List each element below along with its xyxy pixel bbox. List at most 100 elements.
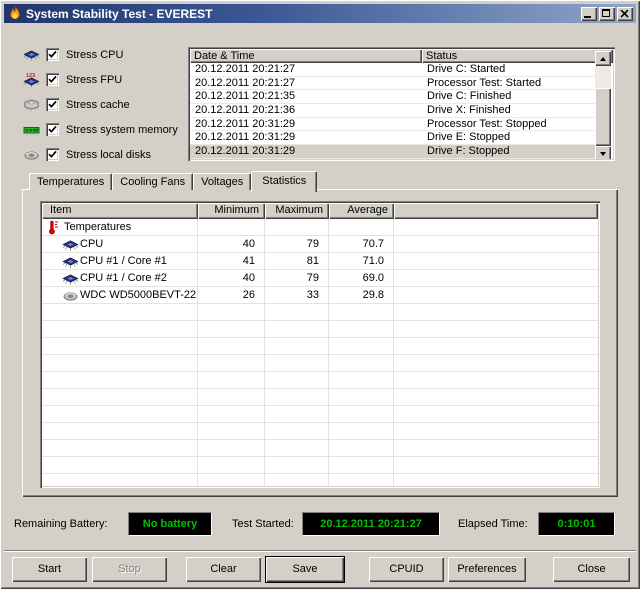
- stats-max-cell: [265, 474, 329, 486]
- stats-item-cell: WDC WD5000BEVT-22...: [42, 287, 198, 304]
- log-row[interactable]: 20.12.2011 20:21:36Drive X: Finished: [190, 104, 597, 118]
- cpu-icon: [23, 47, 40, 63]
- log-status-cell: Processor Test: Stopped: [422, 118, 597, 131]
- test-started-label: Test Started:: [232, 518, 294, 530]
- checkbox-stress-cache[interactable]: [46, 98, 59, 111]
- log-row[interactable]: 20.12.2011 20:21:35Drive C: Finished: [190, 90, 597, 104]
- stats-avg-cell: 29.8: [329, 287, 394, 304]
- log-row[interactable]: 20.12.2011 20:21:27Processor Test: Start…: [190, 77, 597, 91]
- checkbox-stress-local-disks[interactable]: [46, 148, 59, 161]
- button-divider: [4, 550, 636, 552]
- tab-cooling-fans[interactable]: Cooling Fans: [112, 173, 193, 190]
- stats-column-maximum[interactable]: Maximum: [265, 203, 329, 219]
- checkbox-label: Stress local disks: [66, 149, 151, 161]
- tab-statistics[interactable]: Statistics: [251, 171, 317, 192]
- stats-item-cell: [42, 372, 198, 389]
- close-button[interactable]: [617, 7, 633, 21]
- statistics-table: ItemMinimumMaximumAverage TemperaturesCP…: [40, 201, 600, 488]
- scroll-down-button[interactable]: [595, 146, 611, 159]
- statistics-header: ItemMinimumMaximumAverage: [42, 203, 598, 219]
- stats-column-item[interactable]: Item: [42, 203, 198, 219]
- stats-spacer-cell: [394, 474, 598, 486]
- stats-spacer-cell: [394, 423, 598, 440]
- stats-item-cell: [42, 355, 198, 372]
- clear-button[interactable]: Clear: [186, 557, 261, 582]
- stats-max-cell: 79: [265, 236, 329, 253]
- stats-spacer-cell: [394, 406, 598, 423]
- stats-spacer-cell: [394, 287, 598, 304]
- stats-avg-cell: [329, 321, 394, 338]
- log-status-cell: Drive F: Stopped: [422, 145, 597, 158]
- save-button[interactable]: Save: [266, 557, 344, 582]
- log-row[interactable]: 20.12.2011 20:31:29Drive E: Stopped: [190, 131, 597, 145]
- stats-avg-cell: 69.0: [329, 270, 394, 287]
- stats-row[interactable]: CPU407970.7: [42, 236, 598, 253]
- stats-item-label: CPU #1 / Core #1: [80, 253, 167, 269]
- log-datetime-cell: 20.12.2011 20:21:27: [190, 63, 422, 76]
- checkbox-label: Stress CPU: [66, 49, 123, 61]
- stats-empty-row: [42, 474, 598, 486]
- log-row[interactable]: 20.12.2011 20:31:29Processor Test: Stopp…: [190, 118, 597, 132]
- stats-spacer-cell: [394, 270, 598, 287]
- stats-row[interactable]: Temperatures: [42, 219, 598, 236]
- log-datetime-cell: 20.12.2011 20:31:29: [190, 145, 422, 158]
- scrollbar-thumb[interactable]: [595, 88, 611, 146]
- titlebar[interactable]: System Stability Test - EVEREST: [4, 4, 636, 23]
- stats-spacer-cell: [394, 321, 598, 338]
- start-button[interactable]: Start: [12, 557, 87, 582]
- window-title: System Stability Test - EVEREST: [26, 7, 581, 21]
- log-datetime-cell: 20.12.2011 20:21:27: [190, 77, 422, 90]
- tab-voltages[interactable]: Voltages: [193, 173, 251, 190]
- stats-item-cell: [42, 423, 198, 440]
- scroll-up-button[interactable]: [595, 51, 611, 66]
- stats-max-cell: 81: [265, 253, 329, 270]
- log-datetime-cell: 20.12.2011 20:31:29: [190, 118, 422, 131]
- stats-max-cell: [265, 457, 329, 474]
- stats-min-cell: 40: [198, 270, 265, 287]
- stats-spacer-cell: [394, 219, 598, 236]
- log-status-cell: Processor Test: Started: [422, 77, 597, 90]
- stats-max-cell: [265, 355, 329, 372]
- stats-column-average[interactable]: Average: [329, 203, 394, 219]
- minimize-button[interactable]: [581, 7, 597, 21]
- stats-avg-cell: [329, 423, 394, 440]
- stats-spacer-cell: [394, 389, 598, 406]
- stats-max-cell: [265, 338, 329, 355]
- close-button[interactable]: Close: [553, 557, 630, 582]
- stats-spacer-cell: [394, 457, 598, 474]
- checkbox-stress-fpu[interactable]: [46, 73, 59, 86]
- stats-max-cell: [265, 304, 329, 321]
- tab-temperatures[interactable]: Temperatures: [29, 173, 112, 190]
- stats-spacer-cell: [394, 440, 598, 457]
- cpuid-button[interactable]: CPUID: [369, 557, 444, 582]
- stats-spacer-cell: [394, 338, 598, 355]
- cpu-icon: [62, 254, 78, 269]
- maximize-button[interactable]: [599, 7, 615, 21]
- stats-avg-cell: [329, 338, 394, 355]
- stats-row[interactable]: CPU #1 / Core #1418171.0: [42, 253, 598, 270]
- checkbox-label: Stress system memory: [66, 124, 178, 136]
- disk-icon: [62, 288, 78, 303]
- stats-avg-cell: [329, 355, 394, 372]
- checkbox-stress-system-memory[interactable]: [46, 123, 59, 136]
- stats-row[interactable]: WDC WD5000BEVT-22...263329.8: [42, 287, 598, 304]
- log-row[interactable]: 20.12.2011 20:21:27Drive C: Started: [190, 63, 597, 77]
- log-datetime-cell: 20.12.2011 20:31:29: [190, 131, 422, 144]
- stats-avg-cell: 71.0: [329, 253, 394, 270]
- log-row[interactable]: 20.12.2011 20:31:29Drive F: Stopped: [190, 145, 597, 159]
- stats-item-cell: [42, 406, 198, 423]
- checkbox-stress-cpu[interactable]: [46, 48, 59, 61]
- log-scrollbar[interactable]: [595, 51, 611, 159]
- stats-spacer-cell: [394, 236, 598, 253]
- fpu-icon: 123: [23, 72, 40, 88]
- stats-min-cell: [198, 389, 265, 406]
- stats-row[interactable]: CPU #1 / Core #2407969.0: [42, 270, 598, 287]
- log-column-datetime[interactable]: Date & Time: [190, 49, 422, 63]
- stats-column-spacer: [394, 203, 598, 219]
- stats-column-minimum[interactable]: Minimum: [198, 203, 265, 219]
- log-column-status[interactable]: Status: [422, 49, 613, 63]
- preferences-button[interactable]: Preferences: [448, 557, 526, 582]
- stats-max-cell: [265, 423, 329, 440]
- stats-avg-cell: [329, 440, 394, 457]
- stats-spacer-cell: [394, 372, 598, 389]
